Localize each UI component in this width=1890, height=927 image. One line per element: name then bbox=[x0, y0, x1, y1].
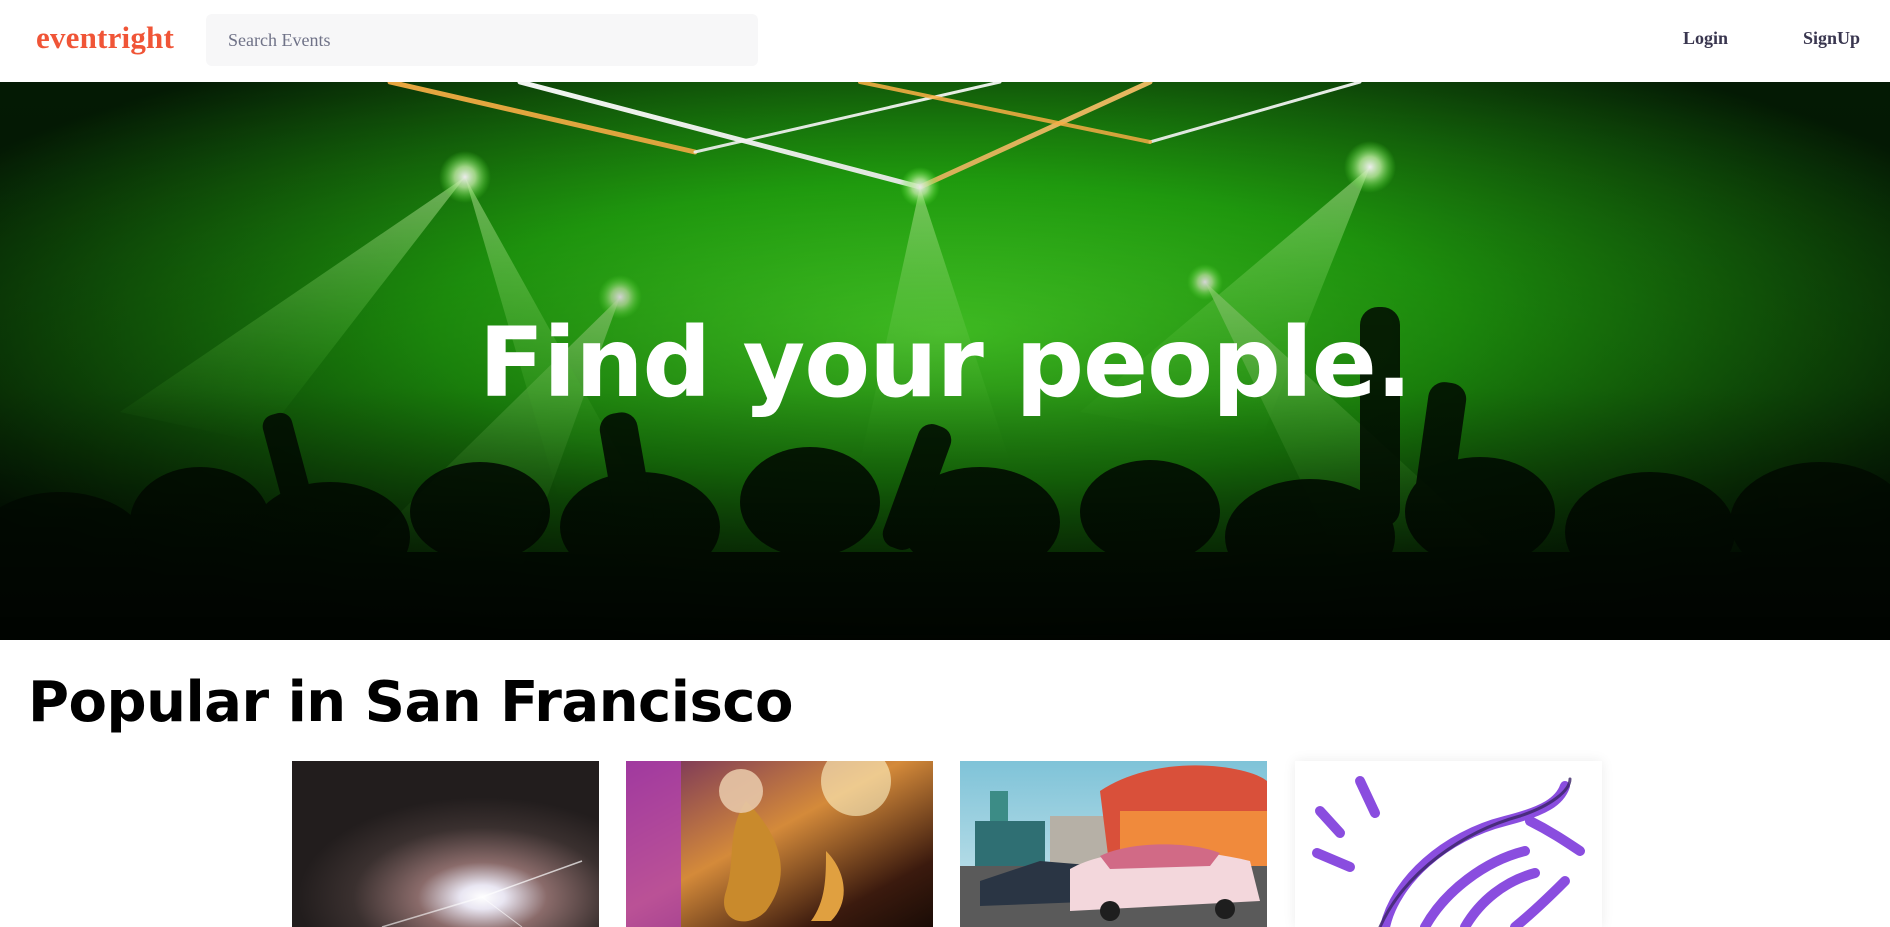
section-title: Popular in San Francisco bbox=[28, 670, 793, 735]
event-card[interactable] bbox=[1295, 761, 1602, 927]
search-input[interactable] bbox=[206, 14, 758, 66]
event-card-image bbox=[292, 761, 599, 927]
event-card-image bbox=[960, 761, 1267, 927]
hero-banner: Find your people. bbox=[0, 82, 1890, 640]
brand-logo[interactable]: eventright bbox=[36, 20, 174, 56]
event-card[interactable] bbox=[960, 761, 1267, 927]
event-card[interactable] bbox=[292, 761, 599, 927]
login-link[interactable]: Login bbox=[1683, 28, 1728, 49]
event-card-image bbox=[1295, 761, 1602, 927]
event-card-image bbox=[626, 761, 933, 927]
signup-link[interactable]: SignUp bbox=[1803, 28, 1860, 49]
event-card[interactable] bbox=[626, 761, 933, 927]
top-navbar: eventright Login SignUp bbox=[0, 0, 1890, 82]
hero-title: Find your people. bbox=[478, 307, 1413, 419]
